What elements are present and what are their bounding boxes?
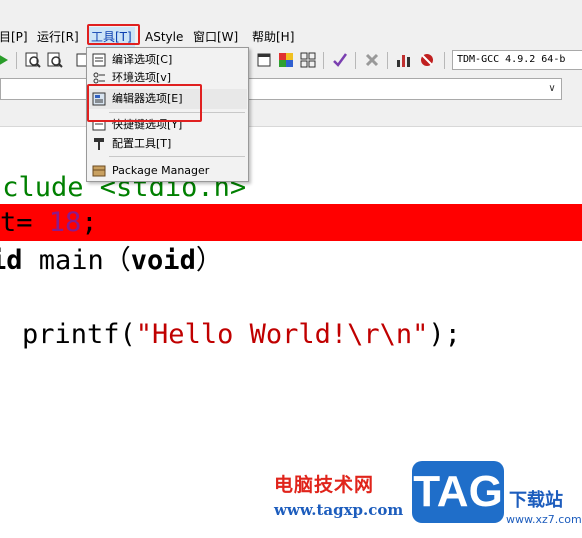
code-text: main（ (22, 245, 131, 276)
menu-astyle[interactable]: AStyle (142, 27, 186, 48)
toolbar-separator (444, 52, 445, 69)
code-line-printf: printf("Hello World!\r\n"); (22, 316, 461, 353)
title-strip (0, 0, 582, 27)
code-text: t= (0, 207, 49, 238)
watermark-site-url: www.xz7.com (506, 513, 582, 526)
compiler-options-icon (92, 53, 106, 67)
watermark-site-name: 下载站 (509, 490, 563, 511)
toolbar-separator (387, 52, 388, 69)
menu-separator (109, 156, 245, 157)
code-string: "Hello World!\r\n" (135, 319, 429, 350)
menu-window[interactable]: 窗口[W] (190, 27, 241, 48)
tile-icon[interactable] (299, 51, 317, 69)
code-number: 18 (48, 207, 82, 238)
editor-options-highlight-box (87, 84, 202, 122)
toolbar-separator (355, 52, 356, 69)
code-keyword: void (130, 245, 196, 276)
chevron-down-icon[interactable]: ∨ (546, 83, 558, 95)
function-select[interactable]: ∨ (0, 78, 562, 100)
package-manager-icon (92, 164, 106, 178)
menu-item-configure-tools[interactable]: 配置工具[T] (88, 134, 247, 154)
watermark-url: www.tagxp.com (274, 501, 404, 519)
find-icon[interactable] (24, 51, 42, 69)
code-line-error-highlight: t= 18; (0, 204, 582, 241)
code-text: printf( (22, 319, 136, 350)
code-line-main: id main（void） (0, 242, 223, 279)
watermark-text: 电脑技术网 (274, 474, 375, 496)
run-icon[interactable] (0, 51, 12, 69)
check-icon[interactable] (331, 51, 349, 69)
watermark-logo-text: TAG (413, 467, 503, 516)
code-text: ); (428, 319, 461, 350)
menu-item-label: 编译选项[C] (112, 53, 173, 66)
toolbar-separator (323, 52, 324, 69)
find-next-icon[interactable] (46, 51, 64, 69)
code-text: ） (195, 245, 223, 276)
color-grid-icon[interactable] (277, 51, 295, 69)
menu-item-package-manager[interactable]: Package Manager (88, 161, 247, 181)
menu-item-label: 配置工具[T] (112, 137, 172, 150)
toolbar-separator (16, 52, 17, 69)
environment-options-icon (92, 71, 106, 85)
code-text: ; (81, 207, 98, 238)
watermark-logo: TAG (412, 461, 504, 523)
menu-item-compiler-options[interactable]: 编译选项[C] (88, 50, 247, 70)
menu-item-label: Package Manager (112, 164, 210, 177)
menu-project[interactable]: 目[P] (0, 27, 31, 48)
profile-icon[interactable] (418, 51, 436, 69)
tools-menu-highlight-box (87, 24, 140, 45)
code-keyword: id (0, 245, 23, 276)
close-icon[interactable] (363, 51, 381, 69)
new-window-icon[interactable] (255, 51, 273, 69)
chart-icon[interactable] (395, 51, 413, 69)
configure-tools-icon (92, 137, 106, 151)
menu-run[interactable]: 运行[R] (34, 27, 82, 48)
menu-help[interactable]: 帮助[H] (249, 27, 297, 48)
include-directive: nclude (0, 172, 84, 203)
compiler-select[interactable]: TDM-GCC 4.9.2 64-b (452, 50, 582, 70)
